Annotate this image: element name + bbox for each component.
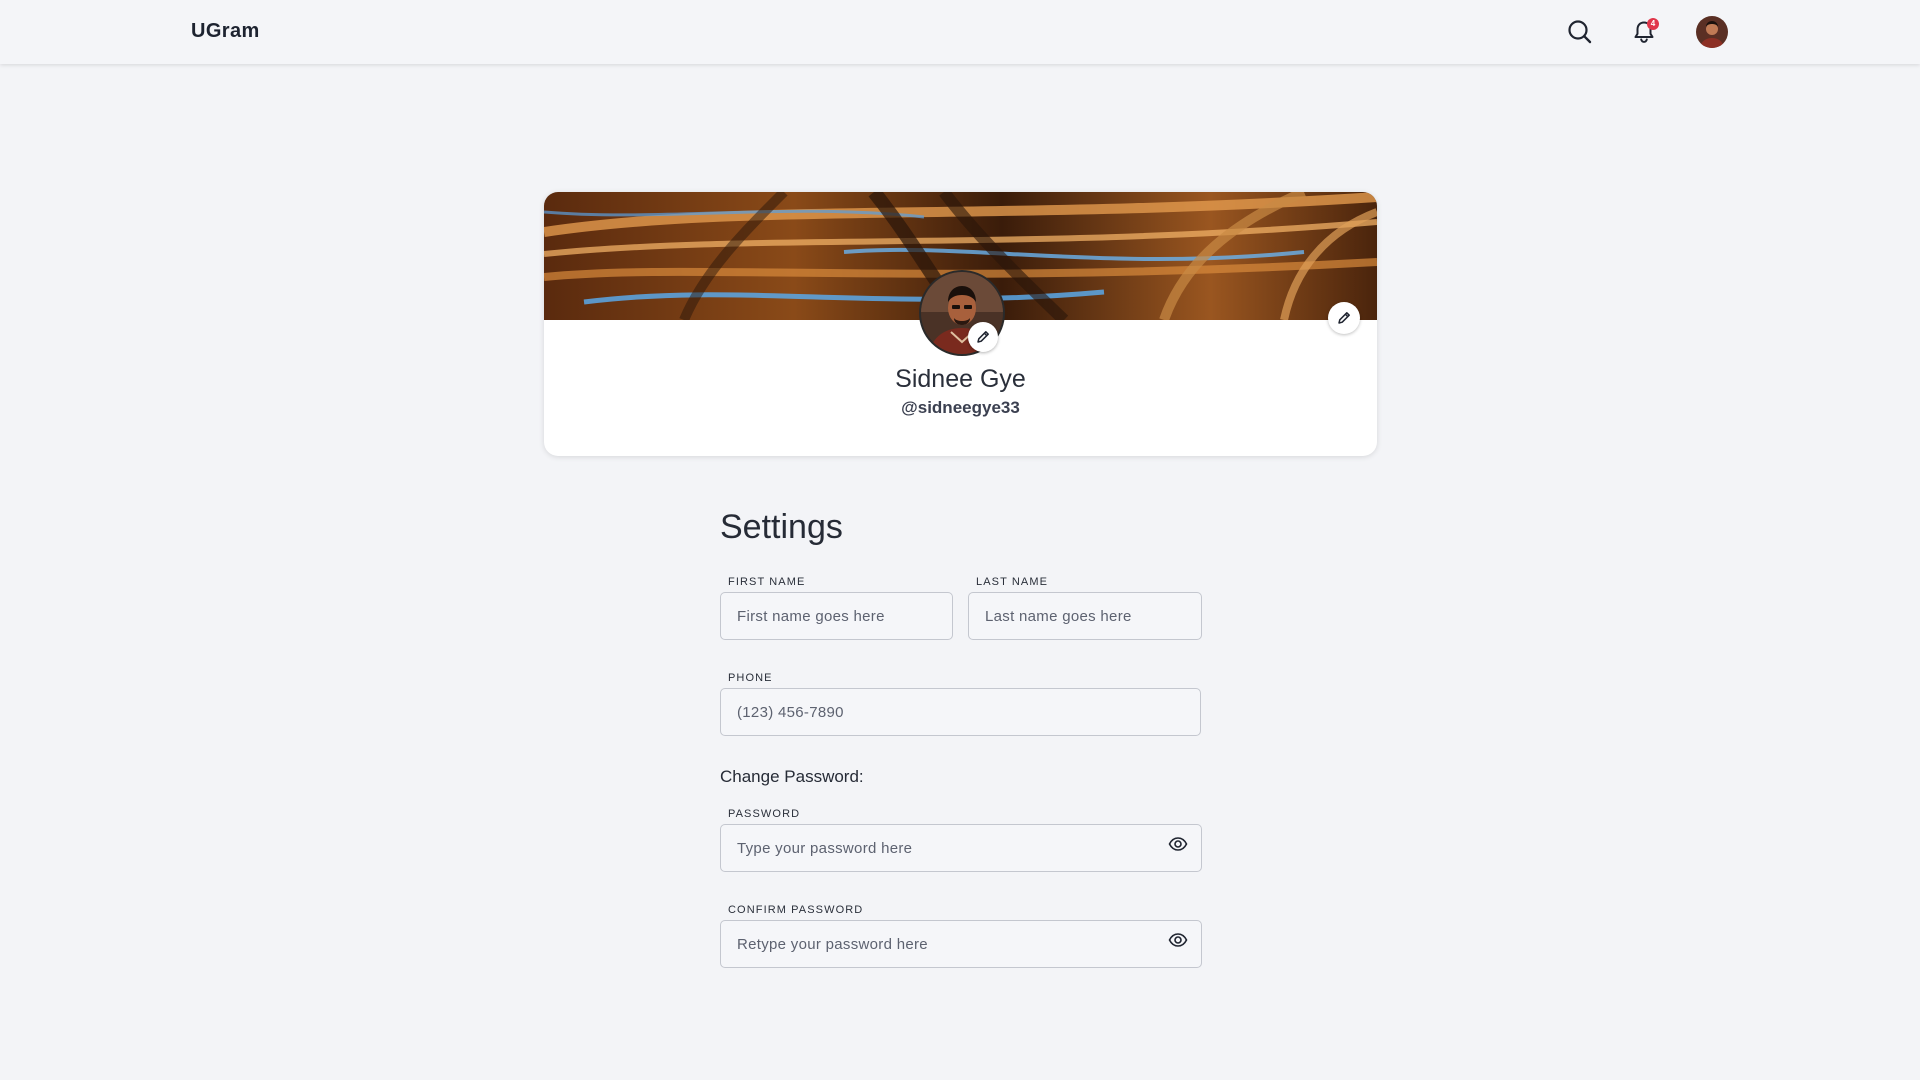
profile-handle: @sidneegye33	[901, 398, 1020, 417]
edit-avatar-button[interactable]	[968, 322, 998, 352]
phone-field-group: PHONE	[720, 672, 1201, 736]
phone-input[interactable]	[720, 688, 1201, 736]
first-name-field-group: FIRST NAME	[720, 576, 953, 640]
edit-cover-button[interactable]	[1328, 302, 1360, 334]
password-label: PASSWORD	[728, 808, 801, 820]
confirm-password-label: CONFIRM PASSWORD	[728, 904, 864, 916]
eye-icon[interactable]	[1168, 835, 1188, 853]
last-name-field-group: LAST NAME	[968, 576, 1202, 640]
last-name-input[interactable]	[968, 592, 1202, 640]
password-field-group: PASSWORD	[720, 808, 1202, 872]
profile-card: Sidnee Gye @sidneegye33	[544, 192, 1377, 456]
settings-title: Settings	[720, 508, 843, 546]
last-name-label: LAST NAME	[976, 576, 1049, 588]
profile-name: Sidnee Gye	[895, 365, 1026, 393]
notification-count-badge: 4	[1647, 18, 1659, 30]
user-avatar-menu[interactable]	[1696, 16, 1728, 48]
change-password-heading: Change Password:	[720, 767, 864, 786]
phone-label: PHONE	[728, 672, 773, 684]
pencil-icon	[977, 331, 989, 343]
avatar	[1696, 16, 1728, 48]
confirm-password-input[interactable]	[720, 920, 1202, 968]
first-name-label: FIRST NAME	[728, 576, 806, 588]
search-button[interactable]	[1565, 17, 1595, 47]
first-name-input[interactable]	[720, 592, 953, 640]
eye-icon[interactable]	[1168, 931, 1188, 949]
top-navigation-bar: UGram 4	[0, 0, 1920, 64]
brand-logo[interactable]: UGram	[191, 20, 260, 43]
search-icon	[1568, 20, 1592, 44]
pencil-icon	[1338, 312, 1350, 324]
notifications-button[interactable]: 4	[1629, 17, 1659, 47]
confirm-password-field-group: CONFIRM PASSWORD	[720, 904, 1202, 968]
password-input[interactable]	[720, 824, 1202, 872]
